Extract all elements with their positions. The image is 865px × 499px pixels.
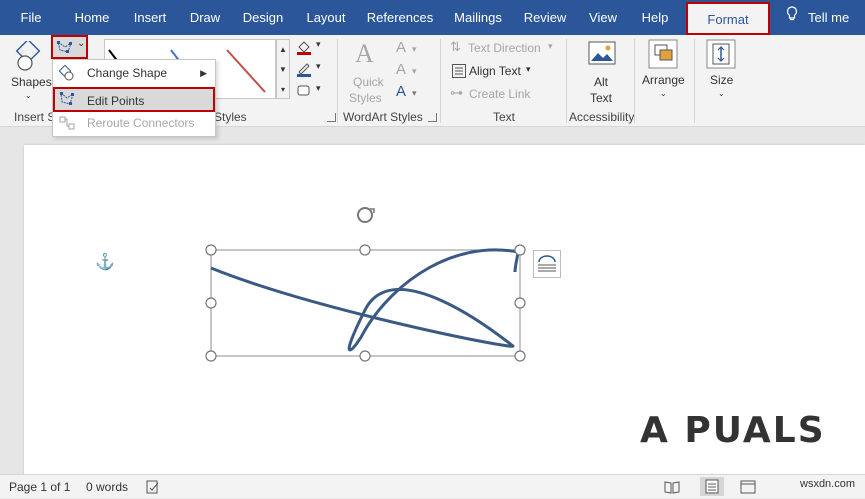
layout-options-button[interactable]	[533, 250, 561, 278]
shapes-button[interactable]: Shapes ⌄	[8, 39, 52, 105]
menu-item-reroute-connectors[interactable]: Reroute Connectors	[53, 111, 215, 136]
shape-fill-button[interactable]: ▾	[296, 39, 326, 57]
chevron-down-icon: ⌄	[718, 89, 725, 98]
wordart-launcher-icon[interactable]	[428, 113, 437, 122]
tab-insert[interactable]: Insert	[128, 0, 172, 35]
shapes-icon	[15, 41, 41, 71]
quick-label: Quick	[353, 75, 384, 89]
tab-format[interactable]: Format	[686, 2, 770, 35]
change-shape-label: Change Shape	[87, 66, 168, 80]
gallery-scroll[interactable]: ▲ ▼ ▾	[276, 39, 290, 99]
align-text-icon	[452, 64, 466, 78]
text-direction-icon: ⇅	[450, 39, 461, 54]
effects-icon	[297, 85, 310, 96]
tab-design[interactable]: Design	[238, 0, 288, 35]
quick-styles-button[interactable]: A Quick Styles	[345, 39, 389, 107]
rotate-handle[interactable]	[357, 207, 375, 223]
arrange-icon	[648, 39, 678, 69]
status-bar: Page 1 of 1 0 words	[0, 474, 865, 498]
text-direction-label: Text Direction	[468, 41, 541, 55]
tell-me-label: Tell me	[808, 10, 850, 25]
resize-handle-e[interactable]	[514, 297, 526, 309]
styles-label: Styles	[349, 91, 382, 105]
reroute-connectors-icon	[59, 116, 75, 130]
size-icon	[706, 39, 736, 69]
insert-shapes-group-label: Insert S	[14, 110, 56, 124]
word-count[interactable]: 0 words	[86, 480, 128, 494]
size-button[interactable]: Size ⌄	[702, 39, 742, 109]
tab-draw[interactable]: Draw	[186, 0, 224, 35]
pen-icon	[297, 63, 311, 77]
text-fill-button[interactable]: A ▾	[396, 39, 428, 57]
resize-handle-se[interactable]	[514, 350, 526, 362]
resize-handle-s[interactable]	[359, 350, 371, 362]
chevron-down-icon: ⌄	[25, 91, 32, 100]
shape-outline-button[interactable]: ▾	[296, 61, 326, 79]
change-shape-icon	[59, 65, 74, 81]
edit-shape-icon	[57, 40, 72, 53]
alt-text-button[interactable]: Alt Text	[582, 39, 622, 105]
edit-shape-menu: Change Shape ▶ Edit Points Reroute Conne…	[52, 59, 216, 137]
layout-options-icon	[538, 255, 556, 272]
text-label: Text	[590, 91, 613, 105]
tab-references[interactable]: References	[364, 0, 436, 35]
alt-label: Alt	[594, 75, 609, 89]
resize-handle-n[interactable]	[359, 244, 371, 256]
resize-handle-w[interactable]	[205, 297, 217, 309]
chevron-down-icon: ⌄	[660, 89, 667, 98]
page-count[interactable]: Page 1 of 1	[9, 480, 70, 494]
shape-effects-button[interactable]: ▾	[296, 83, 326, 101]
appuals-watermark: A PUALS	[640, 410, 826, 451]
ribbon-tab-bar: File Home Insert Draw Design Layout Refe…	[0, 0, 865, 35]
anchor-icon: ⚓	[95, 254, 115, 271]
tab-help[interactable]: Help	[636, 0, 674, 35]
paint-bucket-icon	[297, 41, 311, 55]
reroute-connectors-label: Reroute Connectors	[87, 116, 195, 130]
resize-handle-sw[interactable]	[205, 350, 217, 362]
read-mode-icon[interactable]	[664, 480, 680, 497]
tab-review[interactable]: Review	[520, 0, 570, 35]
proofing-icon[interactable]	[146, 480, 160, 497]
text-direction-button[interactable]: ⇅ Text Direction ▾	[450, 39, 558, 57]
submenu-arrow-icon: ▶	[200, 68, 207, 78]
print-layout-icon[interactable]	[700, 477, 724, 496]
create-link-label: Create Link	[469, 87, 531, 101]
shape-styles-group-label: Styles	[214, 110, 247, 124]
create-link-button[interactable]: ⊶ Create Link	[450, 85, 540, 103]
text-outline-button[interactable]: A ▾	[396, 61, 428, 79]
wordart-group-label: WordArt Styles	[343, 110, 423, 124]
resize-handle-ne[interactable]	[514, 244, 526, 256]
freeform-shape[interactable]	[195, 200, 535, 370]
tab-view[interactable]: View	[584, 0, 622, 35]
text-group-label: Text	[493, 110, 516, 124]
alt-text-icon	[588, 41, 616, 65]
size-label: Size	[710, 73, 734, 87]
arrange-label: Arrange	[642, 73, 685, 87]
arrange-button[interactable]: Arrange ⌄	[640, 39, 688, 109]
tab-file[interactable]: File	[12, 0, 50, 35]
align-text-button[interactable]: Align Text ▾	[450, 62, 540, 80]
web-layout-icon[interactable]	[740, 480, 756, 497]
edit-points-label: Edit Points	[87, 94, 145, 108]
tab-home[interactable]: Home	[70, 0, 114, 35]
text-effects-button[interactable]: A ▾	[396, 83, 428, 101]
wordart-a-icon: A	[355, 39, 374, 68]
tell-me-search[interactable]: Tell me	[786, 0, 849, 35]
shapes-label: Shapes	[11, 75, 52, 89]
tab-layout[interactable]: Layout	[302, 0, 350, 35]
menu-item-edit-points[interactable]: Edit Points	[53, 87, 215, 112]
site-watermark: wsxdn.com	[800, 478, 856, 490]
edit-shape-button[interactable]: ⌄	[51, 35, 88, 59]
lightbulb-icon	[786, 0, 800, 35]
link-icon: ⊶	[450, 85, 463, 100]
align-text-label: Align Text	[469, 64, 521, 78]
edit-points-icon	[60, 91, 74, 105]
chevron-down-icon: ⌄	[77, 38, 86, 49]
tab-mailings[interactable]: Mailings	[450, 0, 506, 35]
shape-styles-launcher-icon[interactable]	[327, 113, 336, 122]
menu-item-change-shape[interactable]: Change Shape ▶	[53, 61, 215, 86]
resize-handle-nw[interactable]	[205, 244, 217, 256]
accessibility-group-label: Accessibility	[569, 110, 635, 124]
